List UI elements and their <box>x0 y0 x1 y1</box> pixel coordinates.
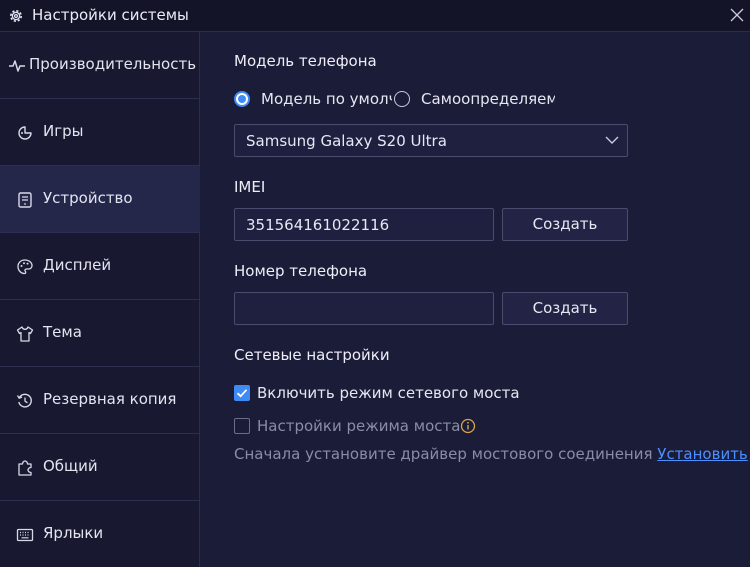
generate-imei-button[interactable]: Создать <box>502 208 628 241</box>
network-settings-title: Сетевые настройки <box>234 346 390 364</box>
driver-note: Сначала установите драйвер мостового сое… <box>234 445 748 463</box>
bridge-mode-label: Включить режим сетевого моста <box>257 384 520 402</box>
phone-model-title: Модель телефона <box>234 52 377 70</box>
imei-input[interactable] <box>234 208 494 241</box>
radio-indicator <box>394 91 410 107</box>
sidebar-item-theme[interactable]: Тема <box>0 300 200 367</box>
phone-number-title: Номер телефона <box>234 262 368 280</box>
gamepad-icon <box>18 126 32 140</box>
sidebar: Производительность Игры Устройство Диспл… <box>0 32 200 567</box>
close-button[interactable] <box>726 4 748 26</box>
radio-default-label: Модель по умолч <box>261 90 392 108</box>
title-bar: Настройки системы <box>0 0 750 32</box>
checkbox-indicator <box>234 418 250 434</box>
settings-window: Настройки системы Производительность Игр… <box>0 0 750 567</box>
radio-custom-label: Самоопределяемі <box>421 90 555 108</box>
driver-note-text: Сначала установите драйвер мостового сое… <box>234 445 653 463</box>
sidebar-item-label: Тема <box>43 323 82 341</box>
sidebar-item-label: Общий <box>43 457 98 475</box>
sidebar-item-shortcuts[interactable]: Ярлыки <box>0 501 200 567</box>
sidebar-item-display[interactable]: Дисплей <box>0 233 200 300</box>
checkbox-indicator <box>234 385 250 401</box>
sidebar-item-games[interactable]: Игры <box>0 99 200 166</box>
check-icon <box>236 389 248 398</box>
palette-icon <box>17 259 33 275</box>
window-title: Настройки системы <box>32 6 189 24</box>
sidebar-item-backup[interactable]: Резервная копия <box>0 367 200 434</box>
shirt-icon <box>16 326 34 342</box>
sidebar-item-device[interactable]: Устройство <box>0 166 200 233</box>
bridge-settings-label: Настройки режима моста <box>257 417 461 435</box>
phone-model-select[interactable]: Samsung Galaxy S20 Ultra <box>234 124 628 157</box>
history-icon <box>16 393 32 408</box>
sidebar-item-general[interactable]: Общий <box>0 434 200 501</box>
pulse-icon <box>9 60 25 72</box>
sidebar-item-label: Ярлыки <box>43 524 104 542</box>
keyboard-icon <box>16 528 34 542</box>
puzzle-icon <box>18 460 32 476</box>
radio-indicator <box>234 91 250 107</box>
bridge-mode-checkbox[interactable]: Включить режим сетевого моста <box>234 384 520 403</box>
sidebar-item-label: Устройство <box>43 189 133 207</box>
close-icon <box>730 8 744 22</box>
bridge-settings-checkbox[interactable]: Настройки режима моста <box>234 417 484 436</box>
sidebar-item-label: Производительность <box>29 55 197 73</box>
device-icon <box>18 192 32 208</box>
radio-default-model[interactable]: Модель по умолч <box>234 90 394 109</box>
sidebar-item-label: Дисплей <box>43 256 112 274</box>
chevron-down-icon <box>605 136 619 144</box>
gear-icon <box>10 10 22 22</box>
install-driver-link[interactable]: Установить <box>657 445 747 463</box>
selected-model: Samsung Galaxy S20 Ultra <box>246 132 447 150</box>
sidebar-item-label: Резервная копия <box>43 390 177 408</box>
main-panel: Модель телефона Модель по умолч Самоопре… <box>201 32 750 567</box>
info-icon[interactable] <box>460 418 476 434</box>
imei-title: IMEI <box>234 178 266 196</box>
generate-phone-number-button[interactable]: Создать <box>502 292 628 325</box>
sidebar-item-label: Игры <box>43 122 84 140</box>
radio-custom-model[interactable]: Самоопределяемі <box>394 90 564 109</box>
phone-number-input[interactable] <box>234 292 494 325</box>
sidebar-item-performance[interactable]: Производительность <box>0 32 200 99</box>
